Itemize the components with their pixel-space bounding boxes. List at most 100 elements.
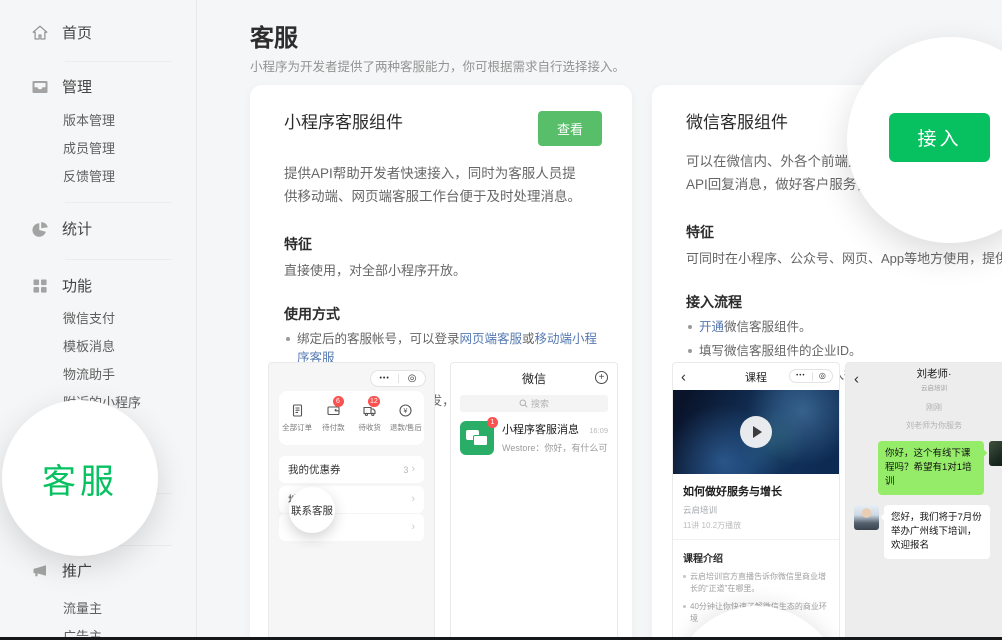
shortcut-refund: ¥ 退款/售后: [388, 391, 424, 445]
customer-service-nav-highlight[interactable]: 客服: [2, 400, 158, 556]
miniprogram-capsule: ••• ◎: [370, 370, 426, 387]
activate-link[interactable]: 开通: [699, 320, 724, 334]
chat-timestamp: 刚刚: [846, 402, 1002, 413]
chevron-right-icon: ›: [411, 494, 415, 505]
badge: 12: [368, 396, 380, 407]
more-icon: •••: [379, 375, 389, 382]
shortcut-pending-payment: 待付款 6: [315, 391, 351, 445]
chat-list-title: 微信: [522, 370, 546, 387]
course-intro-point: 云启培训官方直播告诉你微信里商业增长的“正道”在哪里。: [683, 571, 829, 595]
chevron-right-icon: ›: [411, 464, 415, 475]
order-shortcuts: 全部订单 待付款 6 待收货 12 ¥ 退款/售后: [279, 391, 424, 445]
chat-preview: Westore：你好，有什么可以帮您?: [502, 441, 608, 454]
chat-contact-name: 刘老师·: [917, 366, 952, 381]
shortcut-all-orders: 全部订单: [279, 391, 315, 445]
phone-mock-service-chat: ‹ 刘老师· 云启培训 ••• 刚刚 刘老师为你服务 你好，这个有线下课程吗？希…: [845, 362, 1002, 640]
sidebar-item-label: 功能: [62, 275, 92, 296]
chat-header: ‹ 刘老师· 云启培训 •••: [846, 363, 1002, 395]
phone-mock-chat-list: 微信 + 搜索 1 小程序客服消息 16:09 Westore：你好，有什么可以…: [450, 362, 618, 640]
grid-icon: [31, 277, 49, 295]
course-title: 如何做好服务与增长: [683, 483, 829, 499]
sidebar-divider: [65, 61, 172, 62]
flow-item: 填写微信客服组件的企业ID。: [686, 342, 994, 361]
message-incoming: 您好，我们将于7月份举办广州线下培训，欢迎报名: [846, 505, 1002, 559]
badge: 6: [333, 396, 344, 407]
sidebar-item-label: 首页: [62, 22, 92, 43]
sidebar-item-member-manage[interactable]: 成员管理: [63, 138, 115, 157]
refund-icon: ¥: [398, 403, 413, 418]
feature-heading: 特征: [284, 234, 602, 254]
course-provider: 云启培训: [683, 504, 829, 516]
sidebar: 首页 管理 版本管理 成员管理 反馈管理 统计 功能 微信支付 模板消息 物流助…: [0, 0, 197, 640]
inbox-icon: [31, 78, 49, 96]
flow-item: 开通微信客服组件。: [686, 318, 994, 337]
page-title: 客服: [250, 18, 298, 53]
course-meta: 11讲 10.2万播放: [683, 520, 829, 531]
phone-mock-order-page: ••• ◎ 全部订单 待付款 6 待收货 12: [268, 362, 435, 640]
sidebar-item-label: 推广: [62, 560, 92, 581]
plus-icon: +: [595, 371, 608, 384]
sidebar-item-template-message[interactable]: 模板消息: [63, 336, 115, 355]
course-header: ‹ 课程 ••• ◎: [673, 363, 839, 390]
miniprogram-capsule: ••• ◎: [789, 369, 833, 383]
sidebar-item-feedback-manage[interactable]: 反馈管理: [63, 166, 115, 185]
more-icon: •••: [796, 373, 805, 379]
chevron-right-icon: ›: [411, 522, 415, 533]
course-video-thumbnail: [673, 390, 839, 474]
home-icon: [31, 24, 49, 42]
svg-text:¥: ¥: [404, 408, 408, 415]
chat-list-header: 微信 +: [451, 363, 617, 393]
sidebar-item-traffic-owner[interactable]: 流量主: [63, 598, 102, 617]
exit-target-icon: ◎: [408, 374, 417, 384]
sidebar-divider: [65, 259, 172, 260]
miniprogram-console: 首页 管理 版本管理 成员管理 反馈管理 统计 功能 微信支付 模板消息 物流助…: [0, 0, 1002, 640]
chat-name: 小程序客服消息: [502, 421, 579, 437]
search-bar: 搜索: [460, 395, 608, 412]
sidebar-item-statistics[interactable]: 统计: [31, 218, 92, 239]
sidebar-item-version-manage[interactable]: 版本管理: [63, 110, 115, 129]
page-subtitle: 小程序为开发者提供了两种客服能力，你可根据需求自行选择接入。: [250, 56, 625, 75]
chat-time: 16:09: [589, 426, 608, 435]
sidebar-item-label: 统计: [62, 218, 92, 239]
miniprogram-service-card: 小程序客服组件 查看 提供API帮助开发者快速接入，同时为客服人员提 供移动端、…: [250, 85, 632, 640]
megaphone-icon: [31, 562, 49, 580]
web-service-link[interactable]: 网页端客服: [460, 332, 523, 346]
pie-icon: [31, 220, 49, 238]
card-title: 小程序客服组件: [284, 111, 403, 134]
exit-target-icon: ◎: [819, 372, 826, 380]
shortcut-pending-delivery: 待收货 12: [352, 391, 388, 445]
sidebar-item-logistics[interactable]: 物流助手: [63, 364, 115, 383]
back-icon: ‹: [854, 372, 859, 387]
card-title: 微信客服组件: [686, 111, 788, 134]
chat-contact-subtitle: 云启培训: [921, 382, 947, 392]
unread-badge: 1: [487, 417, 498, 428]
search-icon: [519, 399, 528, 408]
list-item-coupons: 我的优惠券 3›: [279, 456, 424, 483]
back-icon: ‹: [681, 369, 686, 384]
chat-service-note: 刘老师为你服务: [846, 420, 1002, 431]
course-intro-heading: 课程介绍: [683, 550, 829, 565]
chat-list-item: 1 小程序客服消息 16:09 Westore：你好，有什么可以帮您?: [451, 412, 617, 455]
usage-heading: 使用方式: [284, 304, 602, 324]
card-description: 提供API帮助开发者快速接入，同时为客服人员提 供移动端、网页端客服工作台便于及…: [284, 162, 602, 208]
feature-description: 可同时在小程序、公众号、网页、App等地方使用，提供客服服务。: [686, 250, 994, 268]
sidebar-item-label: 管理: [62, 76, 92, 97]
service-message-avatar: 1: [460, 421, 494, 455]
sidebar-divider: [65, 202, 172, 203]
join-button[interactable]: 接入: [889, 113, 990, 162]
agent-avatar: [854, 505, 879, 530]
view-button[interactable]: 查看: [538, 111, 602, 146]
sidebar-item-promotion[interactable]: 推广: [31, 560, 92, 581]
sidebar-item-home[interactable]: 首页: [31, 22, 92, 43]
play-icon: [753, 426, 762, 438]
flow-heading: 接入流程: [686, 292, 994, 312]
clipboard-icon: [290, 403, 305, 418]
sidebar-item-wechat-pay[interactable]: 微信支付: [63, 308, 115, 327]
play-button: [740, 416, 772, 448]
feature-description: 直接使用，对全部小程序开放。: [284, 262, 602, 280]
phone-mock-course-page: ‹ 课程 ••• ◎ 如何做好服务与增长 云启培训 11讲 10.2万播放 课程…: [672, 362, 840, 640]
sidebar-item-manage[interactable]: 管理: [31, 76, 92, 97]
message-outgoing: 你好，这个有线下课程吗？希望有1对1培训: [846, 441, 1002, 495]
contact-support-highlight: 联系客服: [289, 487, 335, 533]
sidebar-item-features[interactable]: 功能: [31, 275, 92, 296]
